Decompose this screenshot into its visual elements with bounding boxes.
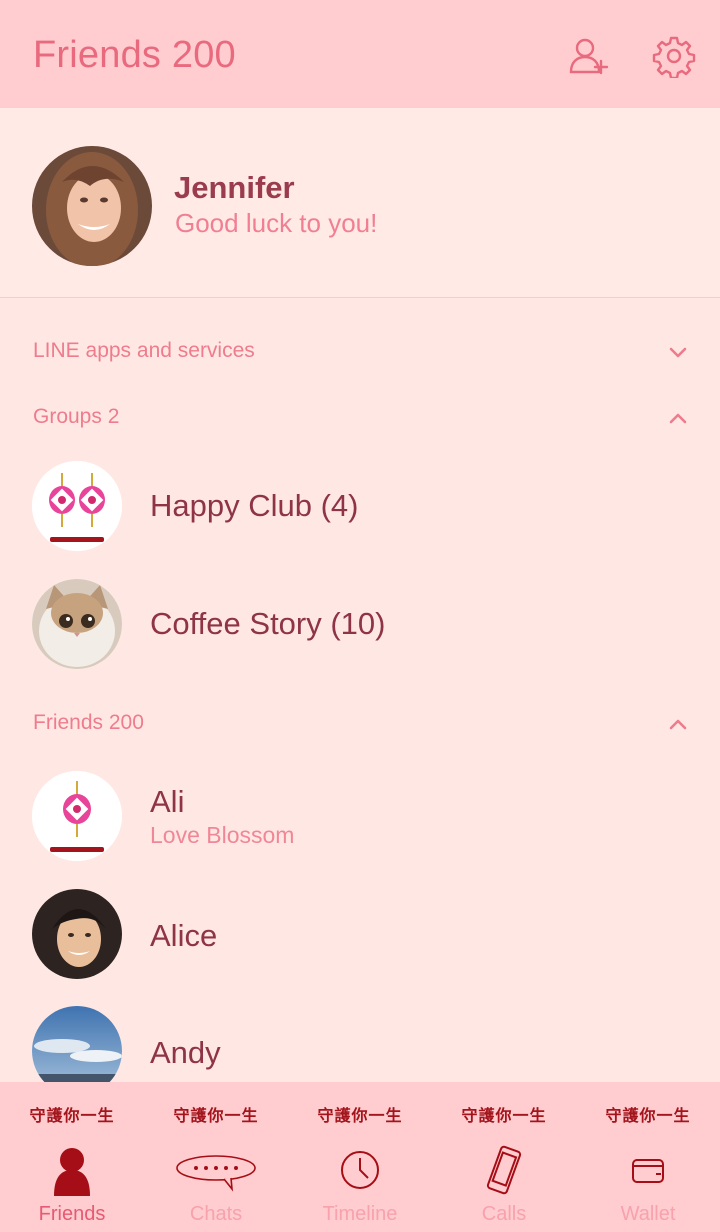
tab-calls[interactable]: 守護你一生 Calls (432, 1082, 576, 1232)
tab-banner-text: 守護你一生 (317, 1106, 403, 1125)
group-name: Happy Club (4) (150, 488, 359, 523)
tab-wallet[interactable]: 守護你一生 Wallet (576, 1082, 720, 1232)
add-friend-icon[interactable] (567, 34, 611, 78)
tab-banner-text: 守護你一生 (173, 1106, 259, 1125)
friend-name: Andy (150, 1035, 221, 1070)
avatar (32, 889, 122, 979)
section-header-services[interactable]: LINE apps and services (33, 339, 255, 363)
avatar (32, 771, 122, 861)
top-bar: Friends 200 (0, 0, 720, 108)
person-icon (54, 1148, 90, 1196)
clock-icon (341, 1151, 379, 1189)
friend-status-message: Love Blossom (150, 822, 295, 848)
phone-icon (486, 1145, 522, 1195)
tab-timeline[interactable]: 守護你一生 Timeline (288, 1082, 432, 1232)
tab-label: Chats (189, 1203, 243, 1225)
chevron-up-icon[interactable] (664, 408, 692, 428)
chevron-down-icon[interactable] (664, 343, 692, 363)
section-header-groups[interactable]: Groups 2 (33, 405, 119, 429)
list-item-friend[interactable]: Ali Love Blossom (0, 762, 720, 872)
section-header-friends[interactable]: Friends 200 (33, 711, 144, 735)
group-avatar (32, 461, 122, 551)
gear-icon[interactable] (652, 34, 696, 78)
list-item-group[interactable]: Happy Club (4) (0, 452, 720, 562)
group-name: Coffee Story (10) (150, 606, 386, 641)
profile-name: Jennifer (174, 170, 295, 205)
tab-chats[interactable]: 守護你一生 Chats (144, 1082, 288, 1232)
group-avatar (32, 579, 122, 669)
page-title: Friends 200 (33, 34, 236, 76)
profile-status-message: Good luck to you! (175, 208, 378, 238)
avatar[interactable] (32, 146, 152, 266)
chat-bubble-icon (176, 1155, 256, 1192)
tab-label: Calls (481, 1203, 527, 1225)
tab-banner-text: 守護你一生 (29, 1106, 115, 1125)
tab-banner-text: 守護你一生 (605, 1106, 691, 1125)
friend-name: Ali (150, 784, 185, 819)
tab-label: Friends (38, 1203, 106, 1225)
bottom-tab-bar: 守護你一生 Friends 守護你一生 Chats 守護你一生 Timeline… (0, 1082, 720, 1232)
tab-label: Wallet (620, 1203, 676, 1225)
tab-label: Timeline (322, 1203, 398, 1225)
list-item-friend[interactable]: Alice (0, 880, 720, 990)
friend-name: Alice (150, 918, 218, 953)
chevron-up-icon[interactable] (664, 714, 692, 734)
tab-friends[interactable]: 守護你一生 Friends (0, 1082, 144, 1232)
list-item-group[interactable]: Coffee Story (10) (0, 570, 720, 680)
tab-banner-text: 守護你一生 (461, 1106, 547, 1125)
wallet-icon (632, 1159, 664, 1183)
my-profile[interactable]: Jennifer Good luck to you! (0, 108, 720, 298)
